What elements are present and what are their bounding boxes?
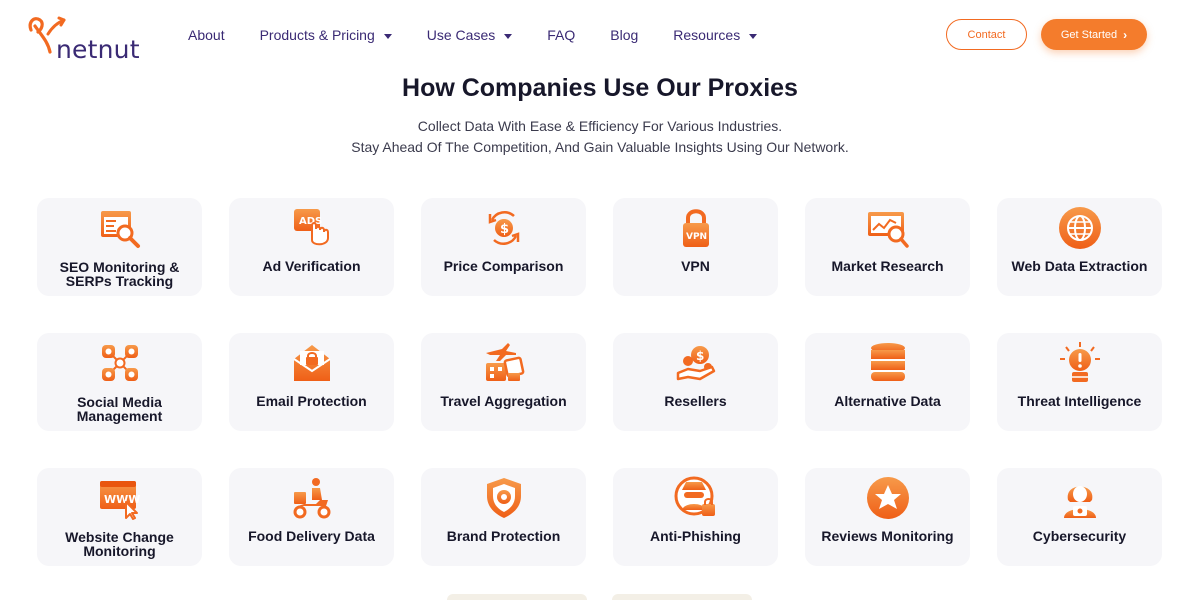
next-row-card-peek (612, 594, 752, 600)
alert-bulb-icon (1060, 342, 1100, 382)
main-nav: About Products & Pricing Use Cases FAQ B… (188, 24, 758, 46)
use-case-label-line1: Social Media (77, 394, 162, 410)
chevron-down-icon (504, 33, 513, 39)
use-case-label: Brand Protection (446, 528, 561, 544)
section-subtitle-line2: Stay Ahead Of The Competition, And Gain … (351, 139, 849, 155)
use-case-card-anti-phishing[interactable]: Anti-Phishing (613, 468, 778, 566)
use-case-card-email-protection[interactable]: Email Protection (229, 333, 394, 431)
food-delivery-icon (293, 478, 331, 519)
use-case-label: Resellers (664, 393, 727, 409)
contact-button-label: Contact (967, 28, 1006, 41)
use-case-card-cybersecurity[interactable]: Cybersecurity (997, 468, 1162, 566)
use-case-label: Anti-Phishing (650, 528, 741, 544)
nav-item-label: About (188, 27, 225, 43)
svg-text:$: $ (696, 349, 704, 363)
use-case-card-resellers[interactable]: $ Resellers (613, 333, 778, 431)
nav-item-label: FAQ (547, 27, 576, 43)
svg-text:VPN: VPN (686, 232, 707, 242)
get-started-button[interactable]: Get Started › (1041, 19, 1147, 50)
chevron-right-icon: › (1123, 27, 1128, 42)
svg-text:$: $ (500, 222, 509, 237)
use-case-label: Food Delivery Data (248, 528, 375, 544)
use-case-card-brand-protection[interactable]: Brand Protection (421, 468, 586, 566)
use-case-card-threat-intelligence[interactable]: Threat Intelligence (997, 333, 1162, 431)
svg-text:ADS: ADS (299, 216, 322, 227)
use-case-card-social-media[interactable]: Social Media Management (37, 333, 202, 431)
get-started-button-label: Get Started (1060, 28, 1118, 41)
contact-button[interactable]: Contact (946, 19, 1027, 50)
use-case-label: Cybersecurity (1032, 528, 1127, 544)
star-icon (867, 477, 909, 519)
section-subtitle-line1: Collect Data With Ease & Efficiency For … (417, 118, 783, 134)
ad-verification-icon: ADS (294, 209, 329, 246)
nav-item-label: Products & Pricing (259, 27, 375, 43)
nav-item-label: Blog (610, 27, 639, 43)
nav-item-products-pricing[interactable]: Products & Pricing (260, 27, 392, 43)
nav-item-label: Use Cases (426, 27, 496, 43)
use-cases-grid: SEO Monitoring & SERPs Tracking ADS Ad V… (37, 198, 1163, 568)
use-case-label: Reviews Monitoring (821, 528, 954, 544)
use-case-card-market-research[interactable]: Market Research (805, 198, 970, 296)
globe-icon (1059, 207, 1101, 249)
use-case-card-reviews-monitoring[interactable]: Reviews Monitoring (805, 468, 970, 566)
next-row-card-peek (447, 594, 587, 600)
use-case-card-ad-verification[interactable]: ADS Ad Verification (229, 198, 394, 296)
use-case-label-line2: SERPs Tracking (65, 273, 174, 289)
hacker-icon (674, 476, 715, 516)
netnut-logo[interactable]: netnut (26, 12, 140, 64)
use-case-label: Travel Aggregation (440, 393, 567, 409)
use-case-label: Ad Verification (262, 258, 361, 274)
use-case-label: Market Research (831, 258, 944, 274)
use-case-card-website-change[interactable]: WWW Website Change Monitoring (37, 468, 202, 566)
social-network-icon (102, 345, 138, 381)
nav-item-label: Resources (673, 27, 741, 43)
use-case-label: Website Change Monitoring (41, 530, 198, 558)
use-case-label: SEO Monitoring & SERPs Tracking (41, 260, 198, 288)
market-research-icon (868, 212, 909, 248)
use-case-label: Social Media Management (41, 395, 198, 423)
nav-item-resources[interactable]: Resources (673, 27, 758, 43)
section-title: How Companies Use Our Proxies (402, 74, 798, 102)
use-case-label-line1: SEO Monitoring & (59, 259, 180, 275)
hooded-user-icon (1064, 486, 1096, 518)
hand-coins-icon: $ (676, 346, 716, 381)
shield-icon (487, 478, 521, 518)
use-case-label: Alternative Data (834, 393, 941, 409)
price-comparison-icon: $ (488, 211, 520, 245)
chevron-down-icon (749, 33, 758, 39)
seo-monitor-icon (101, 211, 140, 248)
use-case-label-line2: Monitoring (83, 543, 156, 559)
svg-text:WWW: WWW (104, 493, 140, 506)
use-case-label: Threat Intelligence (1017, 393, 1142, 409)
nav-item-blog[interactable]: Blog (610, 27, 638, 43)
use-case-card-vpn[interactable]: VPN VPN (613, 198, 778, 296)
use-case-label: VPN (681, 258, 710, 274)
vpn-lock-icon: VPN (683, 209, 709, 247)
travel-icon (486, 343, 525, 381)
nav-item-use-cases[interactable]: Use Cases (426, 27, 513, 43)
use-case-label: Web Data Extraction (1011, 258, 1148, 274)
use-case-card-food-delivery[interactable]: Food Delivery Data (229, 468, 394, 566)
nav-item-faq[interactable]: FAQ (547, 27, 575, 43)
use-case-label: Email Protection (256, 393, 367, 409)
logo-wordmark: netnut (56, 35, 140, 64)
www-monitor-icon: WWW (100, 481, 140, 520)
use-case-card-seo[interactable]: SEO Monitoring & SERPs Tracking (37, 198, 202, 296)
use-case-card-travel-aggregation[interactable]: Travel Aggregation (421, 333, 586, 431)
use-case-card-price-comparison[interactable]: $ Price Comparison (421, 198, 586, 296)
use-case-label: Price Comparison (443, 258, 564, 274)
use-case-card-web-data-extraction[interactable]: Web Data Extraction (997, 198, 1162, 296)
database-icon (871, 343, 905, 381)
email-lock-icon (293, 345, 331, 381)
nav-item-about[interactable]: About (188, 27, 225, 43)
use-case-label-line1: Website Change (65, 529, 174, 545)
use-case-card-alternative-data[interactable]: Alternative Data (805, 333, 970, 431)
use-case-label-line2: Management (76, 408, 163, 424)
chevron-down-icon (383, 33, 392, 39)
site-header: netnut About Products & Pricing Use Case… (0, 0, 1200, 70)
